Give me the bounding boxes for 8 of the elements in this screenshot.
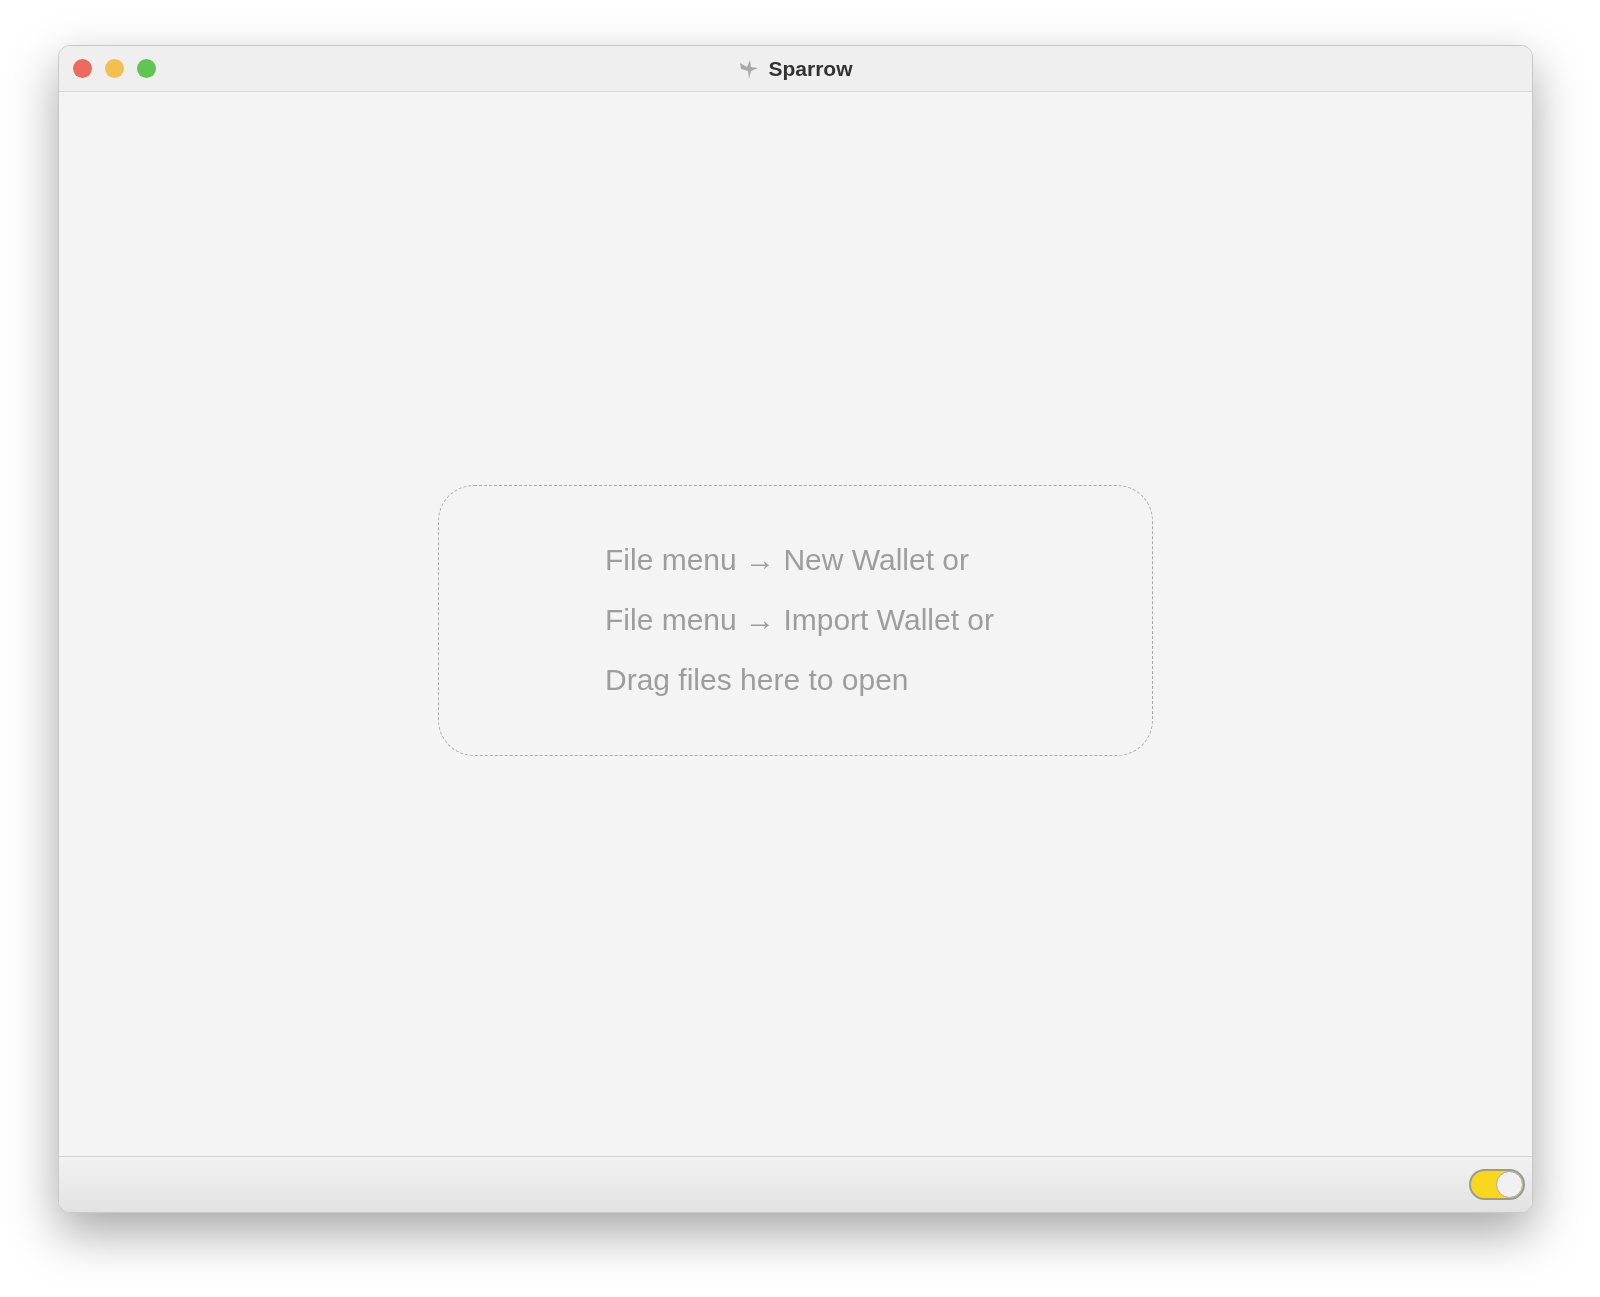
window-title: Sparrow	[768, 55, 853, 82]
minimize-button[interactable]	[105, 59, 124, 78]
instruction-text: Drag files here to open	[605, 663, 910, 697]
instruction-text: File menu → New Wallet or	[605, 543, 970, 577]
toggle-switch[interactable]	[1469, 1169, 1525, 1200]
instruction-text: File menu → Import Wallet or	[605, 603, 995, 637]
zoom-button[interactable]	[137, 59, 156, 78]
close-button[interactable]	[73, 59, 92, 78]
